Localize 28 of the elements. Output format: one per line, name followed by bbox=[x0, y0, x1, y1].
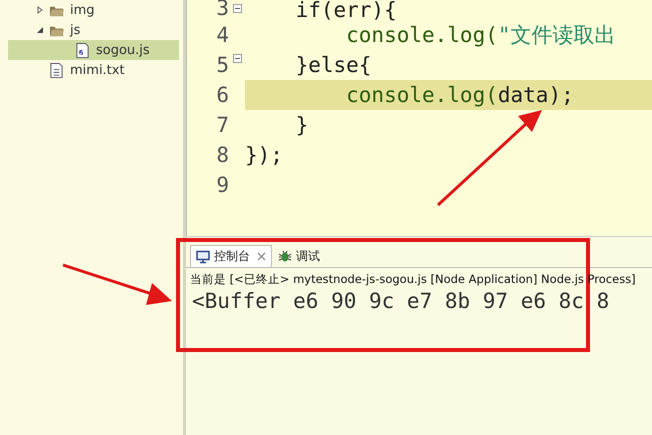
console-tab[interactable]: 控制台 bbox=[190, 245, 272, 267]
line-number: 9 bbox=[215, 173, 229, 197]
line-number: 8 bbox=[215, 143, 229, 167]
js-file-icon bbox=[75, 42, 90, 58]
tree-item[interactable]: mimi.txt bbox=[8, 60, 179, 80]
tree-item[interactable]: js bbox=[8, 20, 179, 40]
line-number: 4 bbox=[215, 23, 229, 47]
console-tab[interactable]: 调试 bbox=[272, 245, 326, 267]
code-line: console.log(data); bbox=[345, 83, 574, 107]
monitor-icon bbox=[196, 250, 210, 264]
expand-triangle-icon[interactable] bbox=[36, 26, 44, 34]
tree-item[interactable]: sogou.js bbox=[8, 40, 179, 60]
fold-icon[interactable] bbox=[232, 4, 242, 13]
code-line: } bbox=[294, 113, 308, 137]
code-line: console.log("文件读取出 bbox=[345, 22, 616, 49]
line-number: 7 bbox=[215, 113, 229, 137]
code-line: if(err){ bbox=[294, 0, 397, 22]
console-output: <Buffer e6 90 9c e7 8b 97 e6 8c 8 bbox=[191, 289, 610, 313]
code-line: }else{ bbox=[294, 53, 372, 77]
line-number: 5 bbox=[215, 53, 229, 77]
line-number: 6 bbox=[215, 83, 229, 107]
code-line: }); bbox=[245, 143, 283, 167]
close-icon[interactable] bbox=[257, 252, 266, 261]
tree-item[interactable]: img bbox=[8, 0, 179, 20]
bug-icon bbox=[278, 249, 292, 263]
expand-triangle-icon[interactable] bbox=[36, 6, 44, 14]
text-file-icon bbox=[49, 62, 64, 78]
fold-icon[interactable] bbox=[232, 54, 242, 63]
